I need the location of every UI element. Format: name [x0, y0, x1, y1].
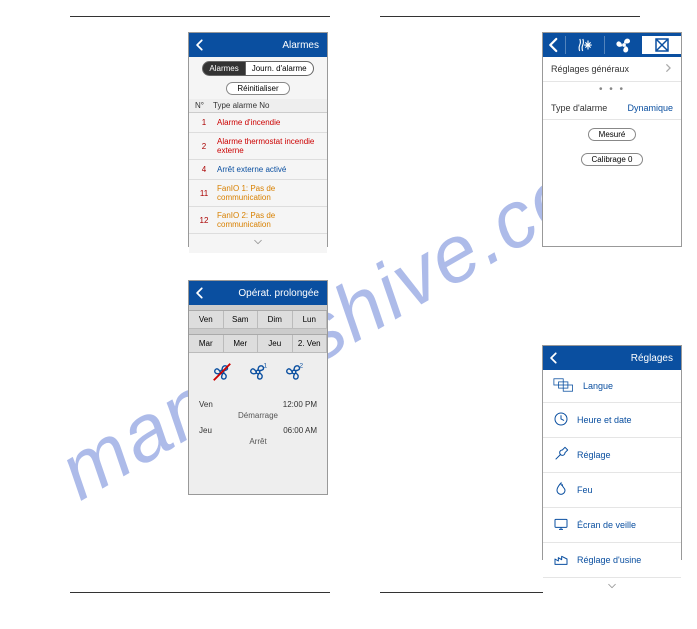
screen-title: Alarmes: [211, 40, 327, 51]
expand-down[interactable]: [543, 578, 681, 597]
start-time: 12:00 PM: [283, 400, 317, 409]
general-settings-label: Réglages généraux: [551, 64, 629, 74]
header-bar: Alarmes: [189, 33, 327, 57]
alarm-text: Alarme thermostat incendie externe: [213, 137, 321, 155]
seg-alarms[interactable]: Alarmes: [202, 61, 245, 76]
back-button[interactable]: [543, 346, 565, 370]
calibrate-button[interactable]: Calibrage 0: [581, 153, 644, 166]
exchange-tab-icon[interactable]: [642, 36, 681, 54]
factory-icon: [553, 551, 569, 569]
day-tab[interactable]: Dim: [258, 311, 293, 329]
settings-item-screen[interactable]: Écran de veille: [543, 508, 681, 543]
fan-off-icon[interactable]: [211, 361, 233, 386]
alarm-no: 12: [195, 216, 213, 225]
fan-low-icon[interactable]: 1: [247, 361, 269, 386]
alarm-no: 11: [195, 189, 213, 198]
settings-item-label: Heure et date: [577, 415, 632, 425]
day-tab[interactable]: 2. Ven: [293, 335, 328, 353]
day-tab[interactable]: Jeu: [258, 335, 293, 353]
fire-icon: [553, 481, 569, 499]
col-type: Type alarme No: [213, 101, 269, 110]
alarm-text: FanIO 2: Pas de communication: [213, 211, 321, 229]
expand-down[interactable]: [189, 234, 327, 253]
alarm-no: 1: [195, 118, 213, 127]
stop-time: 06:00 AM: [283, 426, 317, 435]
day-tabs-2: MarMerJeu2. Ven: [189, 335, 327, 353]
chevron-right-icon: [663, 63, 673, 75]
screen-icon: [553, 516, 569, 534]
alarm-row[interactable]: 4Arrêt externe activé: [189, 160, 327, 180]
defrost-tab-icon[interactable]: [565, 36, 604, 54]
alarm-text: Alarme d'incendie: [213, 118, 321, 127]
measured-button[interactable]: Mesuré: [588, 128, 637, 141]
day-tab[interactable]: Lun: [293, 311, 328, 329]
start-day: Ven: [199, 400, 213, 409]
screen-title: Opérat. prolongée: [211, 288, 327, 299]
phone-settings-list: Réglages Langue Heure et date Réglage Feu Éc…: [542, 345, 682, 560]
settings-item-label: Réglage d'usine: [577, 555, 641, 565]
settings-item-wrench[interactable]: Réglage: [543, 438, 681, 473]
alarm-no: 2: [195, 142, 213, 151]
col-no: N°: [195, 101, 213, 110]
day-tab[interactable]: Mar: [189, 335, 224, 353]
settings-item-clock[interactable]: Heure et date: [543, 403, 681, 438]
settings-item-label: Feu: [577, 485, 593, 495]
alarm-type-value: Dynamique: [627, 103, 673, 113]
phone-alarms: Alarmes Alarmes Journ. d'alarme Réinitia…: [188, 32, 328, 247]
table-header: N° Type alarme No: [189, 99, 327, 113]
day-tab[interactable]: Sam: [224, 311, 259, 329]
stop-row[interactable]: Jeu 06:00 AM: [199, 424, 317, 437]
settings-item-fire[interactable]: Feu: [543, 473, 681, 508]
stop-day: Jeu: [199, 426, 212, 435]
fan-mode-row: 1 2: [189, 353, 327, 394]
day-tabs-1: VenSamDimLun: [189, 311, 327, 329]
pager-dots: • • •: [543, 82, 681, 97]
phone-general-settings: Réglages généraux • • • Type d'alarme Dy…: [542, 32, 682, 247]
reset-button[interactable]: Réinitialiser: [226, 82, 289, 95]
alarm-text: Arrêt externe activé: [213, 165, 321, 174]
alarm-text: FanIO 1: Pas de communication: [213, 184, 321, 202]
day-tab[interactable]: Mer: [224, 335, 259, 353]
seg-journal[interactable]: Journ. d'alarme: [246, 61, 314, 76]
alarm-no: 4: [195, 165, 213, 174]
svg-text:1: 1: [264, 362, 268, 369]
clock-icon: [553, 411, 569, 429]
alarm-row[interactable]: 11FanIO 1: Pas de communication: [189, 180, 327, 207]
settings-item-label: Langue: [583, 381, 613, 391]
fan-tab-icon[interactable]: [604, 36, 643, 54]
settings-item-lang[interactable]: Langue: [543, 370, 681, 403]
alarm-row[interactable]: 12FanIO 2: Pas de communication: [189, 207, 327, 234]
settings-item-label: Écran de veille: [577, 520, 636, 530]
alarm-row[interactable]: 2Alarme thermostat incendie externe: [189, 133, 327, 160]
settings-item-factory[interactable]: Réglage d'usine: [543, 543, 681, 578]
settings-item-label: Réglage: [577, 450, 611, 460]
svg-text:2: 2: [300, 362, 304, 369]
segmented-control: Alarmes Journ. d'alarme: [189, 57, 327, 80]
start-label: Démarrage: [199, 411, 317, 424]
general-settings-row[interactable]: Réglages généraux: [543, 57, 681, 82]
start-row[interactable]: Ven 12:00 PM: [199, 398, 317, 411]
screen-title: Réglages: [565, 353, 681, 364]
fan-high-icon[interactable]: 2: [283, 361, 305, 386]
lang-icon: [553, 378, 575, 394]
alarm-type-label: Type d'alarme: [551, 103, 607, 113]
header-iconbar: [543, 33, 681, 57]
alarm-type-row[interactable]: Type d'alarme Dynamique: [543, 97, 681, 120]
wrench-icon: [553, 446, 569, 464]
stop-label: Arrêt: [199, 437, 317, 450]
back-button[interactable]: [189, 281, 211, 305]
back-button[interactable]: [543, 36, 565, 54]
phone-schedule: Opérat. prolongée VenSamDimLun MarMerJeu…: [188, 280, 328, 495]
alarm-row[interactable]: 1Alarme d'incendie: [189, 113, 327, 133]
day-tab[interactable]: Ven: [189, 311, 224, 329]
back-button[interactable]: [189, 33, 211, 57]
